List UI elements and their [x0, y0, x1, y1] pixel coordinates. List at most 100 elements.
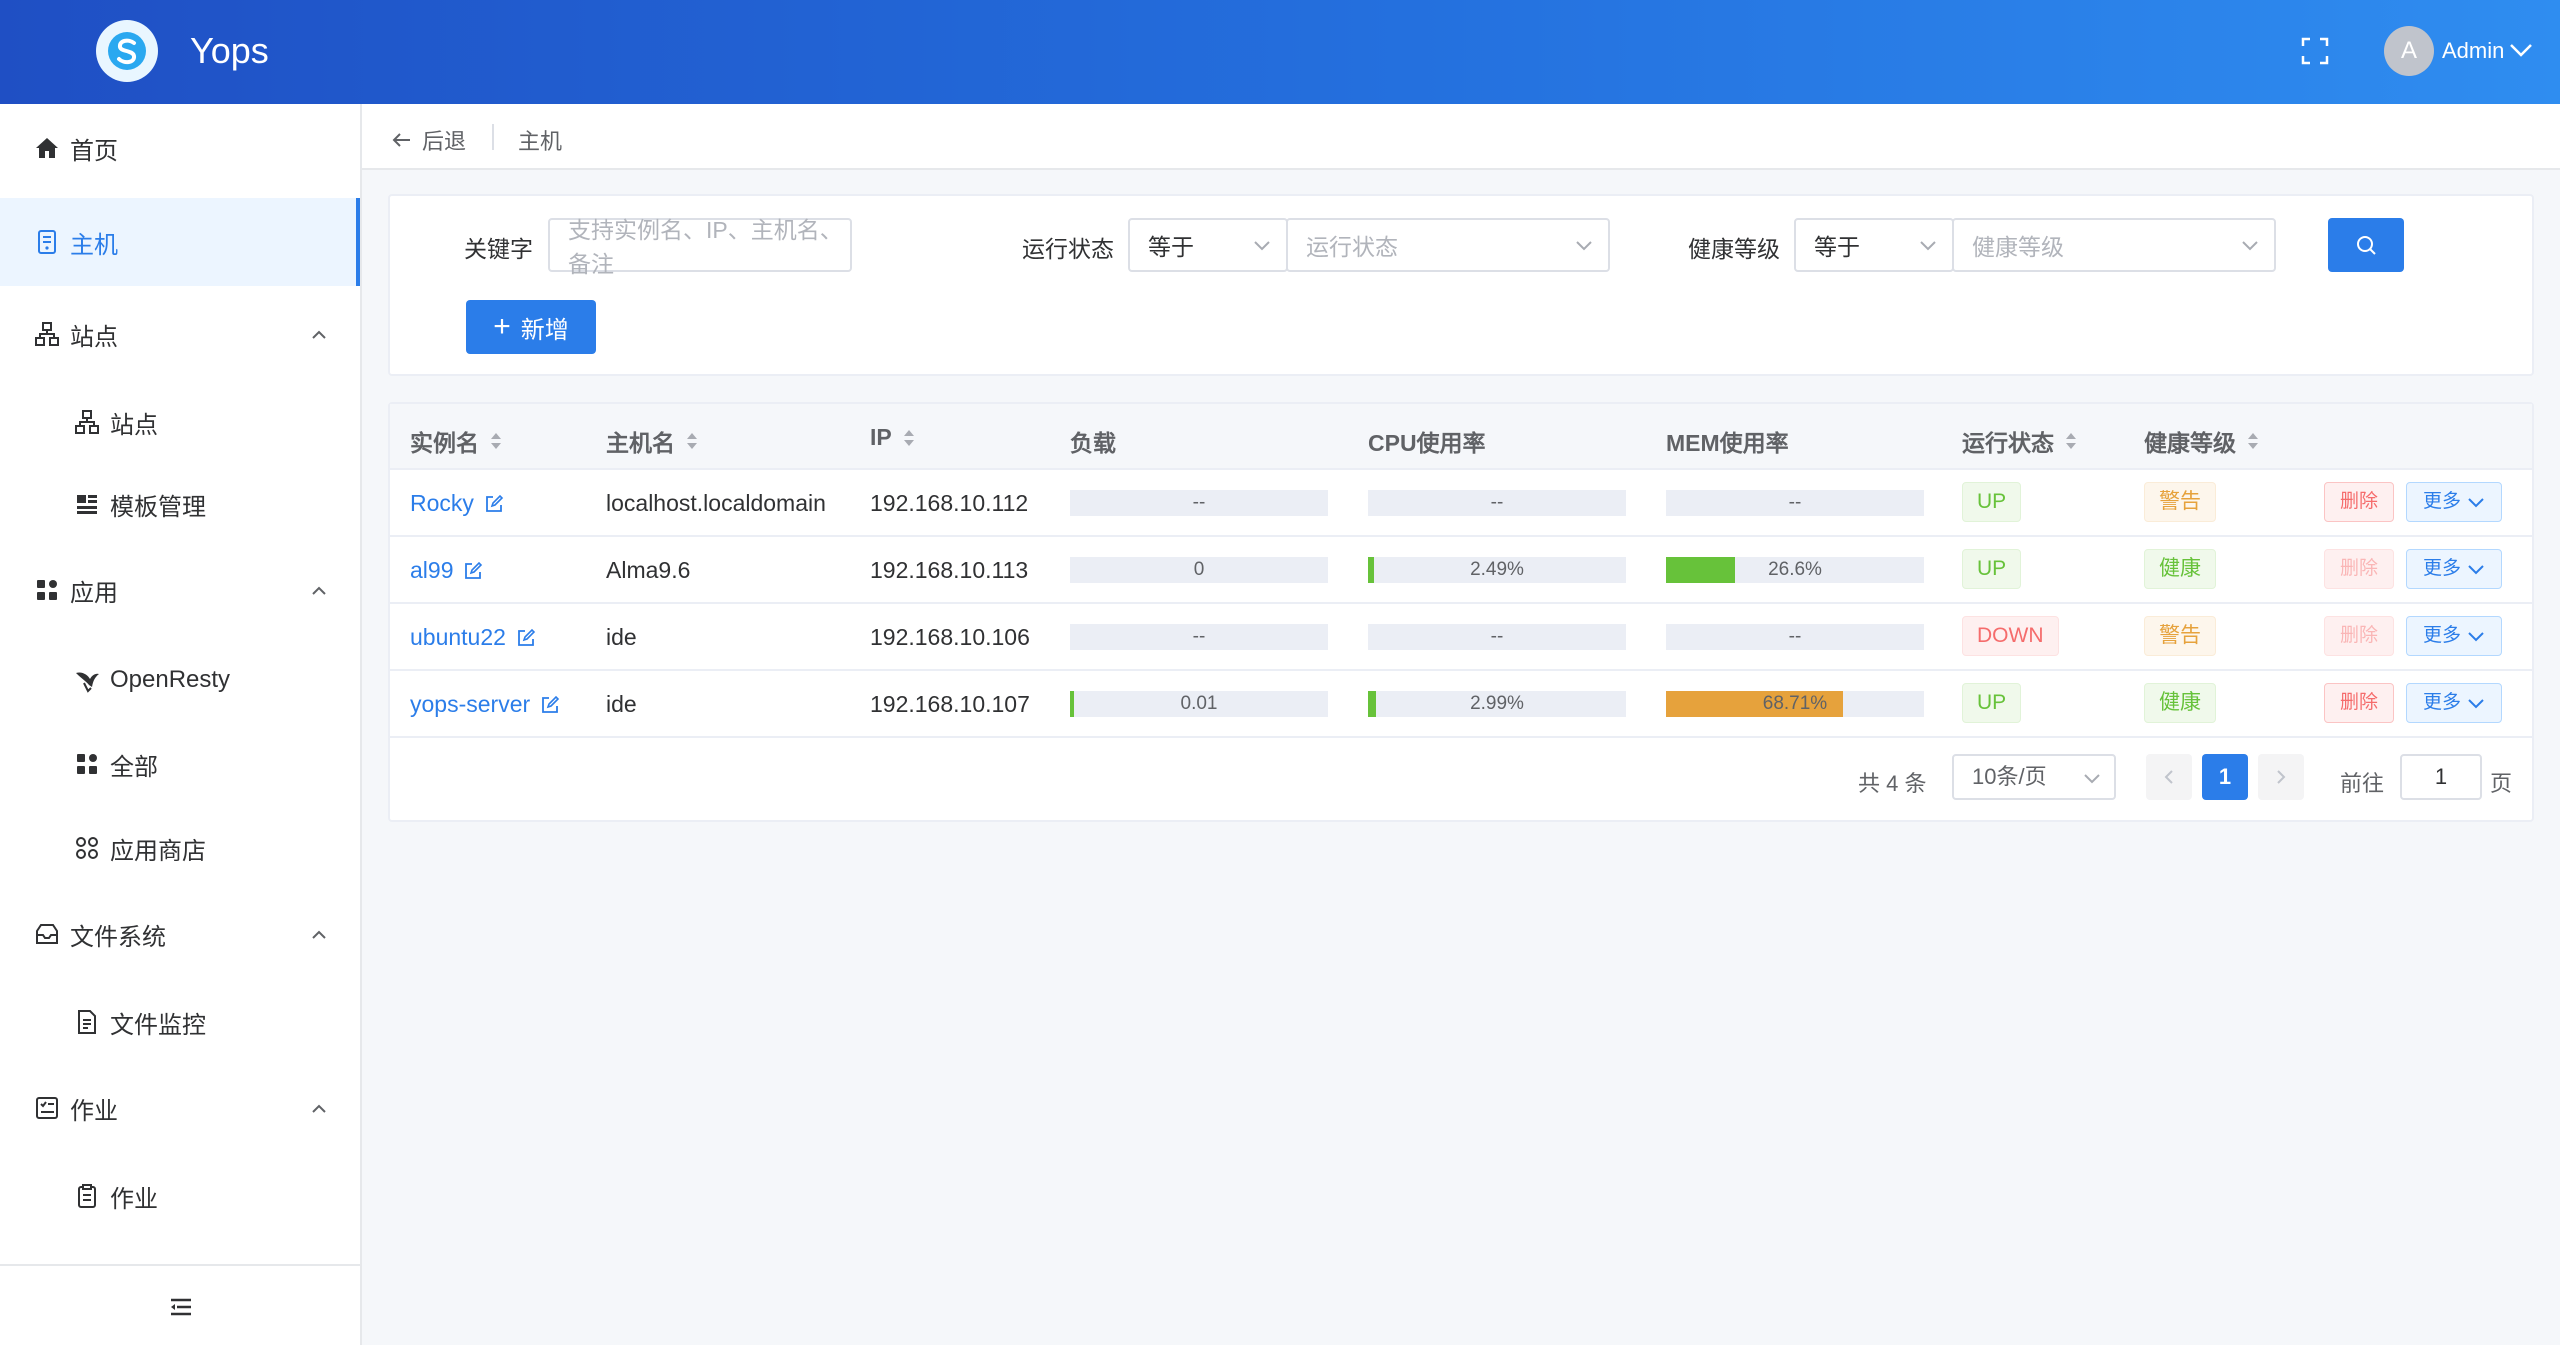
sidebar-item-label: OpenResty	[110, 666, 231, 693]
chevron-down-icon	[2468, 699, 2484, 709]
instance-name-link[interactable]: yops-server	[410, 691, 560, 718]
keyword-input[interactable]: 支持实例名、IP、主机名、备注	[548, 217, 852, 277]
table-row: ubuntu22 ide 192.168.10.106 -- -- -- DOWN 警告 删除更…	[390, 604, 2532, 671]
sidebar-divider	[0, 1264, 360, 1266]
app-title: Yops	[190, 30, 269, 71]
sidebar-item-site[interactable]: 站点	[0, 378, 360, 466]
delete-button[interactable]: 删除	[2324, 683, 2394, 723]
edit-icon[interactable]	[540, 695, 560, 715]
cpu-bar-text: --	[1490, 626, 1504, 647]
ip-cell: 192.168.10.113	[870, 557, 1029, 583]
next-page-button[interactable]	[2258, 754, 2304, 800]
more-button[interactable]: 更多	[2406, 482, 2502, 522]
sidebar-item-label: 文件系统	[70, 923, 166, 951]
column-header-health[interactable]: 健康等级	[2144, 424, 2260, 458]
prev-page-button[interactable]	[2146, 754, 2192, 800]
sort-icon[interactable]	[2064, 430, 2078, 452]
more-button[interactable]: 更多	[2406, 549, 2502, 589]
delete-button[interactable]: 删除	[2324, 616, 2394, 656]
site-tree-icon	[35, 322, 59, 346]
delete-button[interactable]: 删除	[2324, 482, 2394, 522]
back-button[interactable]: 后退	[390, 124, 466, 156]
goto-label: 前往	[2340, 771, 2385, 796]
load-bar-text: --	[1192, 492, 1206, 513]
health-operator-select[interactable]: 等于	[1794, 218, 1954, 272]
chevron-down-icon	[2084, 774, 2100, 784]
status-badge: DOWN	[1962, 616, 2059, 656]
app-logo-icon[interactable]	[96, 20, 158, 82]
load-bar: --	[1070, 624, 1328, 650]
sidebar-item-filesystem-group[interactable]: 文件系统	[0, 890, 360, 978]
chevron-down-icon	[2468, 632, 2484, 642]
chevron-up-icon[interactable]	[308, 927, 330, 941]
cpu-bar-text: 2.49%	[1470, 559, 1524, 580]
mem-bar-text: --	[1788, 492, 1802, 513]
sidebar-item-site-group[interactable]: 站点	[0, 290, 360, 378]
instance-name-link[interactable]: ubuntu22	[410, 624, 536, 651]
column-header-ip[interactable]: IP	[870, 424, 916, 451]
sort-icon[interactable]	[685, 430, 699, 452]
instance-name-link[interactable]: al99	[410, 557, 483, 584]
chevron-up-icon[interactable]	[308, 1101, 330, 1115]
fullscreen-icon[interactable]	[2300, 36, 2330, 66]
sort-icon[interactable]	[489, 430, 503, 452]
collapse-sidebar-icon[interactable]	[168, 1294, 194, 1320]
sort-icon[interactable]	[902, 427, 916, 449]
column-header-cpu: CPU使用率	[1368, 430, 1486, 456]
edit-icon[interactable]	[516, 628, 536, 648]
more-button[interactable]: 更多	[2406, 683, 2502, 723]
ip-cell: 192.168.10.112	[870, 490, 1029, 516]
sidebar-item-app-store[interactable]: 应用商店	[0, 804, 360, 892]
instance-name-link[interactable]: Rocky	[410, 490, 504, 517]
apps-icon	[77, 754, 97, 774]
file-monitor-icon	[78, 1010, 96, 1034]
user-name[interactable]: Admin	[2442, 38, 2504, 64]
sidebar-item-label: 应用	[70, 579, 118, 607]
goto-page-input[interactable]: 1	[2400, 754, 2482, 800]
chevron-up-icon[interactable]	[308, 583, 330, 597]
status-operator-select[interactable]: 等于	[1128, 218, 1288, 272]
pagination-total: 共 4 条	[1858, 771, 1927, 796]
search-button[interactable]	[2328, 218, 2404, 272]
page-number-button[interactable]: 1	[2202, 754, 2248, 800]
sidebar-item-openresty[interactable]: OpenResty	[0, 636, 360, 724]
sidebar-item-file-monitor[interactable]: 文件监控	[0, 978, 360, 1066]
load-bar: 0.01	[1070, 691, 1328, 717]
sidebar-item-host[interactable]: 主机	[0, 198, 360, 286]
chevron-down-icon[interactable]	[2508, 40, 2534, 60]
delete-button[interactable]: 删除	[2324, 549, 2394, 589]
avatar[interactable]: A	[2384, 26, 2434, 76]
load-bar: 0	[1070, 557, 1328, 583]
edit-icon[interactable]	[463, 561, 483, 581]
site-tree-icon	[75, 410, 99, 434]
hostname-cell: localhost.localdomain	[606, 490, 826, 516]
page-size-select[interactable]: 10条/页	[1952, 754, 2116, 800]
sidebar-item-template[interactable]: 模板管理	[0, 460, 360, 548]
load-bar-text: 0.01	[1180, 693, 1218, 714]
breadcrumb-current: 主机	[518, 129, 563, 154]
column-header-name[interactable]: 实例名	[410, 424, 503, 458]
column-header-hostname[interactable]: 主机名	[606, 424, 699, 458]
health-badge: 警告	[2144, 482, 2216, 522]
sidebar-item-all-apps[interactable]: 全部	[0, 720, 360, 808]
host-table: 实例名 主机名 IP 负载 CPU使用率 MEM使用率 运行状态 健康等级 Ro…	[388, 402, 2534, 822]
sidebar-item-app-group[interactable]: 应用	[0, 546, 360, 634]
job-icon	[36, 1097, 58, 1119]
health-value-select[interactable]: 健康等级	[1952, 218, 2276, 272]
column-header-load: 负载	[1070, 430, 1116, 456]
chevron-up-icon[interactable]	[308, 327, 330, 341]
more-button[interactable]: 更多	[2406, 616, 2502, 656]
sidebar-item-job-group[interactable]: 作业	[0, 1064, 360, 1152]
column-header-status[interactable]: 运行状态	[1962, 424, 2078, 458]
edit-icon[interactable]	[484, 494, 504, 514]
plus-icon: +	[493, 310, 511, 343]
status-value-select[interactable]: 运行状态	[1286, 218, 1610, 272]
back-label: 后退	[422, 129, 467, 154]
table-header: 实例名 主机名 IP 负载 CPU使用率 MEM使用率 运行状态 健康等级	[390, 404, 2532, 470]
sidebar-item-home[interactable]: 首页	[0, 104, 360, 192]
sort-icon[interactable]	[2246, 430, 2260, 452]
sidebar-item-job[interactable]: 作业	[0, 1152, 360, 1240]
sidebar-item-label: 应用商店	[110, 837, 206, 865]
add-button[interactable]: + 新增	[466, 300, 596, 354]
sidebar-item-label: 首页	[70, 137, 118, 165]
